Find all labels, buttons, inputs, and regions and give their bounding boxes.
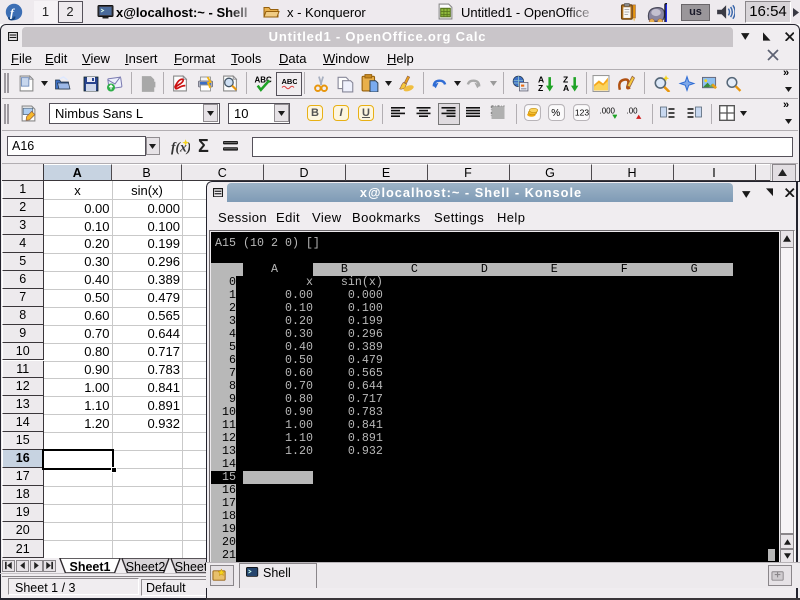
svg-text:ABC: ABC xyxy=(255,75,272,84)
svg-text:f(x): f(x) xyxy=(171,140,190,155)
svg-text:.000: .000 xyxy=(600,107,616,116)
svg-text:.00: .00 xyxy=(627,107,639,116)
svg-text:%: % xyxy=(551,108,560,119)
svg-text:ABC: ABC xyxy=(282,77,298,86)
svg-text:Z: Z xyxy=(538,83,543,92)
svg-text:123: 123 xyxy=(575,108,589,118)
svg-text:A: A xyxy=(563,83,569,92)
